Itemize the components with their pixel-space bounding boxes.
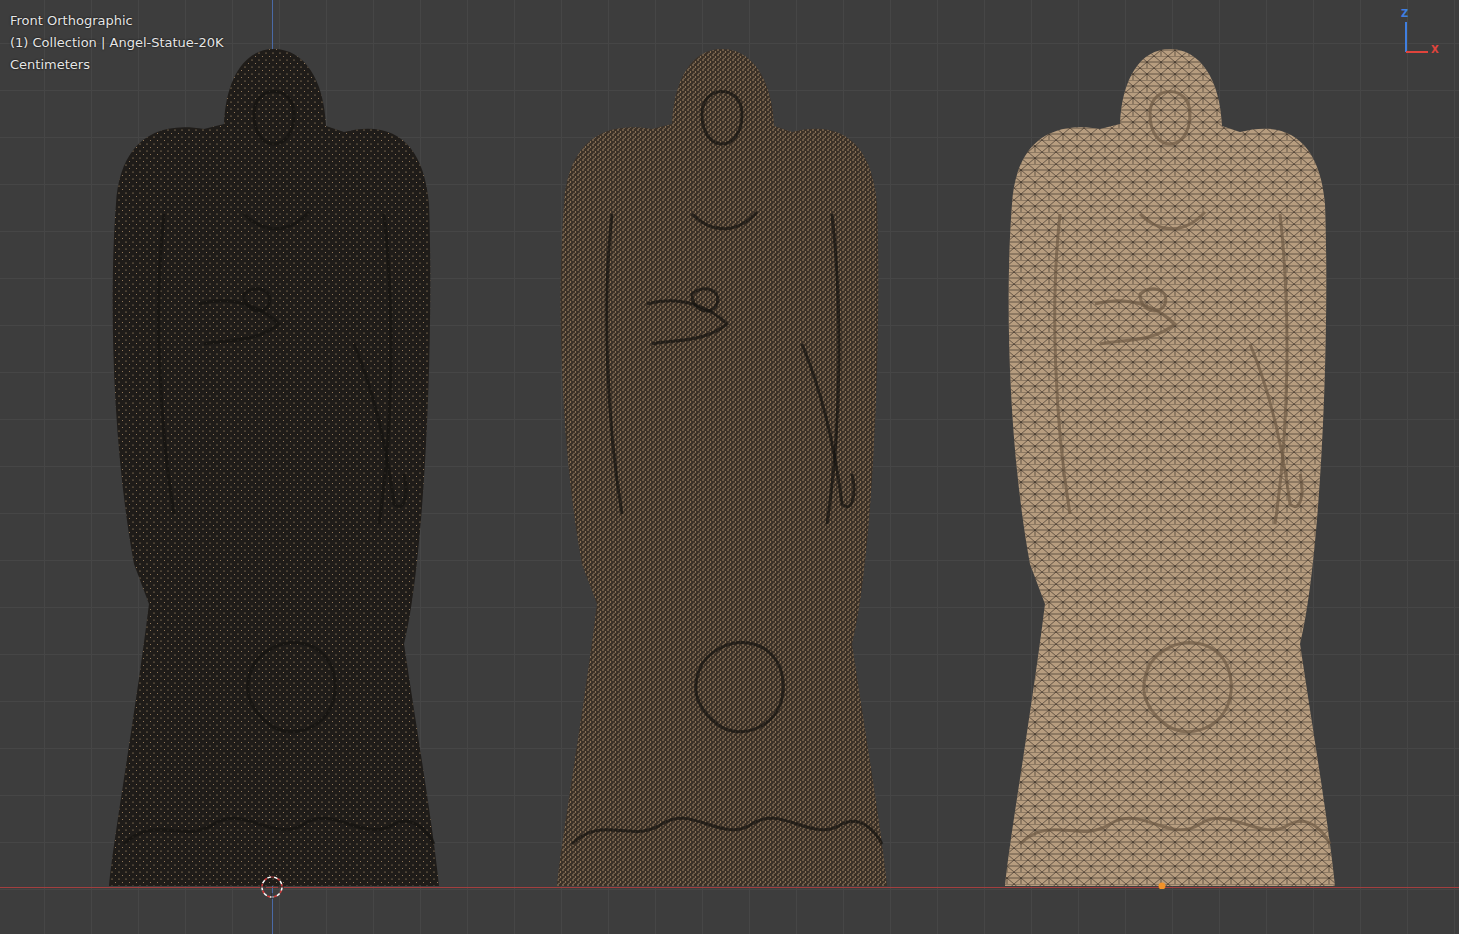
info-line: Centimeters (10, 54, 224, 76)
statue-detail (244, 289, 270, 311)
statue-mesh (1005, 49, 1335, 886)
info-line: (1) Collection | Angel-Statue-20K (10, 32, 224, 54)
statue-detail (254, 92, 294, 145)
statue-detail (1150, 92, 1190, 145)
angel-statue[interactable] (552, 44, 892, 889)
viewport-info: Front Orthographic(1) Collection | Angel… (10, 10, 224, 76)
statue-body (109, 49, 439, 886)
axis-gizmo[interactable]: ZX (1396, 8, 1452, 60)
statue-detail (1020, 818, 1330, 844)
statue-detail (1250, 344, 1302, 507)
statue-detail (702, 92, 742, 145)
statue-mesh (109, 49, 439, 886)
x-axis-label[interactable]: X (1431, 44, 1439, 56)
statue-detail (1140, 289, 1166, 311)
statue-detail (124, 818, 434, 844)
statue-mesh (557, 49, 887, 886)
3d-cursor-icon[interactable] (258, 873, 286, 901)
info-line: Front Orthographic (10, 10, 224, 32)
statue-detail (248, 643, 336, 732)
statue-detail (1275, 214, 1287, 524)
statue-detail (159, 214, 174, 514)
angel-statue[interactable] (1000, 44, 1340, 889)
statue-detail (692, 212, 757, 229)
viewport[interactable]: Front Orthographic(1) Collection | Angel… (0, 0, 1459, 934)
statue-body (1005, 49, 1335, 886)
statue-detail (802, 344, 854, 507)
statue-detail (572, 818, 882, 844)
statue-body (557, 49, 887, 886)
statue-detail (607, 214, 622, 514)
statue-detail (244, 212, 309, 229)
statue-detail (827, 214, 839, 524)
statue-detail (696, 643, 784, 732)
statue-detail (379, 214, 391, 524)
origin-icon (1159, 883, 1166, 890)
statue-detail (1144, 643, 1232, 732)
statue-detail (1140, 212, 1205, 229)
z-axis-label[interactable]: Z (1401, 8, 1408, 20)
angel-statue[interactable] (104, 44, 444, 889)
statue-detail (692, 289, 718, 311)
statue-detail (1055, 214, 1070, 514)
x-axis-line (0, 887, 1459, 888)
statue-detail (354, 344, 406, 507)
